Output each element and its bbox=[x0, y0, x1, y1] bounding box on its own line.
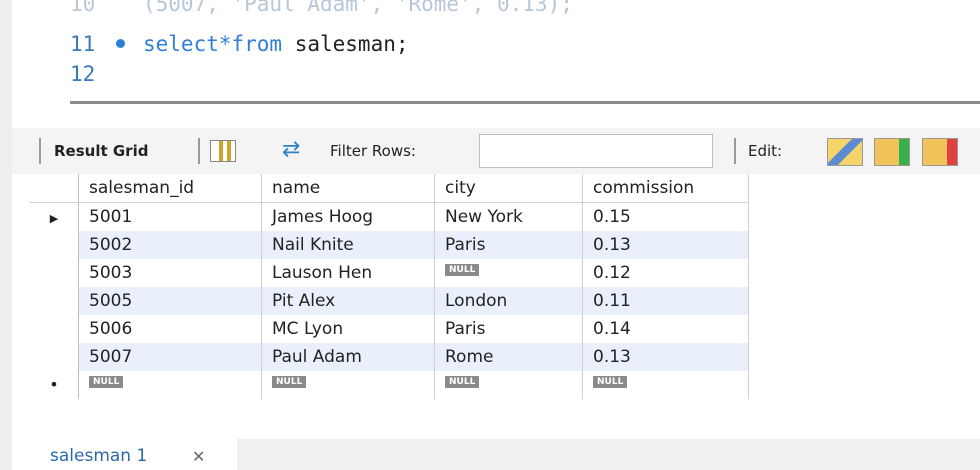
cell[interactable]: London bbox=[434, 287, 583, 315]
null-badge: NULL bbox=[445, 264, 480, 276]
code-text: (5007, 'Paul Adam', 'Rome', 0.13); bbox=[143, 0, 573, 16]
header-row: salesman_id name city commission bbox=[30, 174, 749, 203]
panel-splitter[interactable] bbox=[70, 101, 980, 104]
refresh-icon[interactable]: ⇄ bbox=[282, 139, 300, 161]
table-row[interactable]: 5002 Nail Knite Paris 0.13 bbox=[30, 231, 749, 259]
line-number: 12 bbox=[70, 62, 96, 86]
current-row-arrow-icon: ▶ bbox=[30, 202, 79, 231]
table-row[interactable]: 5003 Lauson Hen NULL 0.12 bbox=[30, 259, 749, 287]
cell[interactable]: New York bbox=[434, 202, 583, 231]
cell[interactable]: 5006 bbox=[78, 315, 262, 343]
separator bbox=[39, 138, 41, 164]
cell[interactable]: James Hoog bbox=[261, 202, 435, 231]
cell[interactable]: Lauson Hen bbox=[261, 259, 435, 287]
null-badge: NULL bbox=[593, 376, 628, 388]
close-icon[interactable]: ✕ bbox=[192, 447, 205, 466]
null-badge: NULL bbox=[445, 376, 480, 388]
cell[interactable]: Nail Knite bbox=[261, 231, 435, 259]
cell[interactable]: Paul Adam bbox=[261, 343, 435, 371]
left-gutter bbox=[0, 0, 12, 470]
sql-editor[interactable]: 10 (5007, 'Paul Adam', 'Rome', 0.13); 11 s… bbox=[0, 0, 980, 120]
active-tab[interactable]: salesman 1 ✕ bbox=[12, 420, 237, 470]
delete-row-icon[interactable] bbox=[922, 138, 958, 166]
table-row[interactable]: 5006 MC Lyon Paris 0.14 bbox=[30, 315, 749, 343]
cell[interactable]: 5007 bbox=[78, 343, 262, 371]
null-badge: NULL bbox=[272, 376, 307, 388]
line-number: 11 bbox=[70, 32, 96, 56]
cell[interactable]: 0.13 bbox=[582, 231, 749, 259]
cell[interactable]: Paris bbox=[434, 315, 583, 343]
row-header[interactable] bbox=[30, 315, 79, 343]
cell[interactable]: NULL bbox=[78, 371, 262, 399]
code-line-10[interactable]: 10 (5007, 'Paul Adam', 'Rome', 0.13); bbox=[70, 0, 573, 16]
null-badge: NULL bbox=[89, 376, 124, 388]
filter-rows-label: Filter Rows: bbox=[330, 142, 416, 160]
cell[interactable]: 0.15 bbox=[582, 202, 749, 231]
table-row[interactable]: 5007 Paul Adam Rome 0.13 bbox=[30, 343, 749, 371]
cell[interactable]: 0.14 bbox=[582, 315, 749, 343]
code-text: salesman; bbox=[282, 32, 409, 56]
edit-label: Edit: bbox=[748, 142, 783, 160]
separator bbox=[734, 138, 736, 164]
cell[interactable]: Pit Alex bbox=[261, 287, 435, 315]
code-line-11[interactable]: 11 select*from salesman; bbox=[70, 32, 409, 56]
statement-marker-icon bbox=[116, 39, 125, 48]
new-row[interactable]: • NULL NULL NULL NULL bbox=[30, 371, 749, 399]
add-row-icon[interactable] bbox=[874, 138, 910, 166]
result-toolbar: Result Grid ⇄ Filter Rows: Edit: bbox=[12, 128, 980, 174]
cell[interactable]: MC Lyon bbox=[261, 315, 435, 343]
separator bbox=[198, 138, 200, 164]
edit-row-icon[interactable] bbox=[827, 138, 863, 166]
column-header[interactable]: commission bbox=[582, 174, 749, 203]
cell[interactable]: Paris bbox=[434, 231, 583, 259]
cell[interactable]: NULL bbox=[582, 371, 749, 399]
row-header-corner bbox=[30, 174, 79, 203]
cell[interactable]: 0.12 bbox=[582, 259, 749, 287]
column-header[interactable]: salesman_id bbox=[78, 174, 262, 203]
tab-salesman-1[interactable]: salesman 1 bbox=[50, 446, 147, 466]
filter-rows-input[interactable] bbox=[479, 134, 713, 168]
cell[interactable]: 0.11 bbox=[582, 287, 749, 315]
cell[interactable]: 0.13 bbox=[582, 343, 749, 371]
cell[interactable]: Rome bbox=[434, 343, 583, 371]
column-header[interactable]: city bbox=[434, 174, 583, 203]
column-header[interactable]: name bbox=[261, 174, 435, 203]
row-header[interactable] bbox=[30, 231, 79, 259]
line-number: 10 bbox=[70, 0, 96, 16]
result-grid: salesman_id name city commission ▶ 5001 … bbox=[30, 174, 749, 399]
row-header[interactable] bbox=[30, 287, 79, 315]
cell[interactable]: NULL bbox=[434, 371, 583, 399]
code-line-12[interactable]: 12 bbox=[70, 62, 110, 86]
table-row[interactable]: 5005 Pit Alex London 0.11 bbox=[30, 287, 749, 315]
cell[interactable]: 5001 bbox=[78, 202, 262, 231]
result-grid-tab[interactable]: Result Grid bbox=[54, 142, 148, 160]
cell[interactable]: NULL bbox=[261, 371, 435, 399]
cell[interactable]: NULL bbox=[434, 259, 583, 287]
cell[interactable]: 5002 bbox=[78, 231, 262, 259]
row-header[interactable] bbox=[30, 343, 79, 371]
cell[interactable]: 5003 bbox=[78, 259, 262, 287]
new-row-star-icon: • bbox=[30, 371, 79, 399]
sql-keyword: select*from bbox=[143, 32, 283, 56]
grid-layout-icon[interactable] bbox=[210, 140, 236, 162]
cell[interactable]: 5005 bbox=[78, 287, 262, 315]
table-row[interactable]: ▶ 5001 James Hoog New York 0.15 bbox=[30, 202, 749, 231]
row-header[interactable] bbox=[30, 259, 79, 287]
